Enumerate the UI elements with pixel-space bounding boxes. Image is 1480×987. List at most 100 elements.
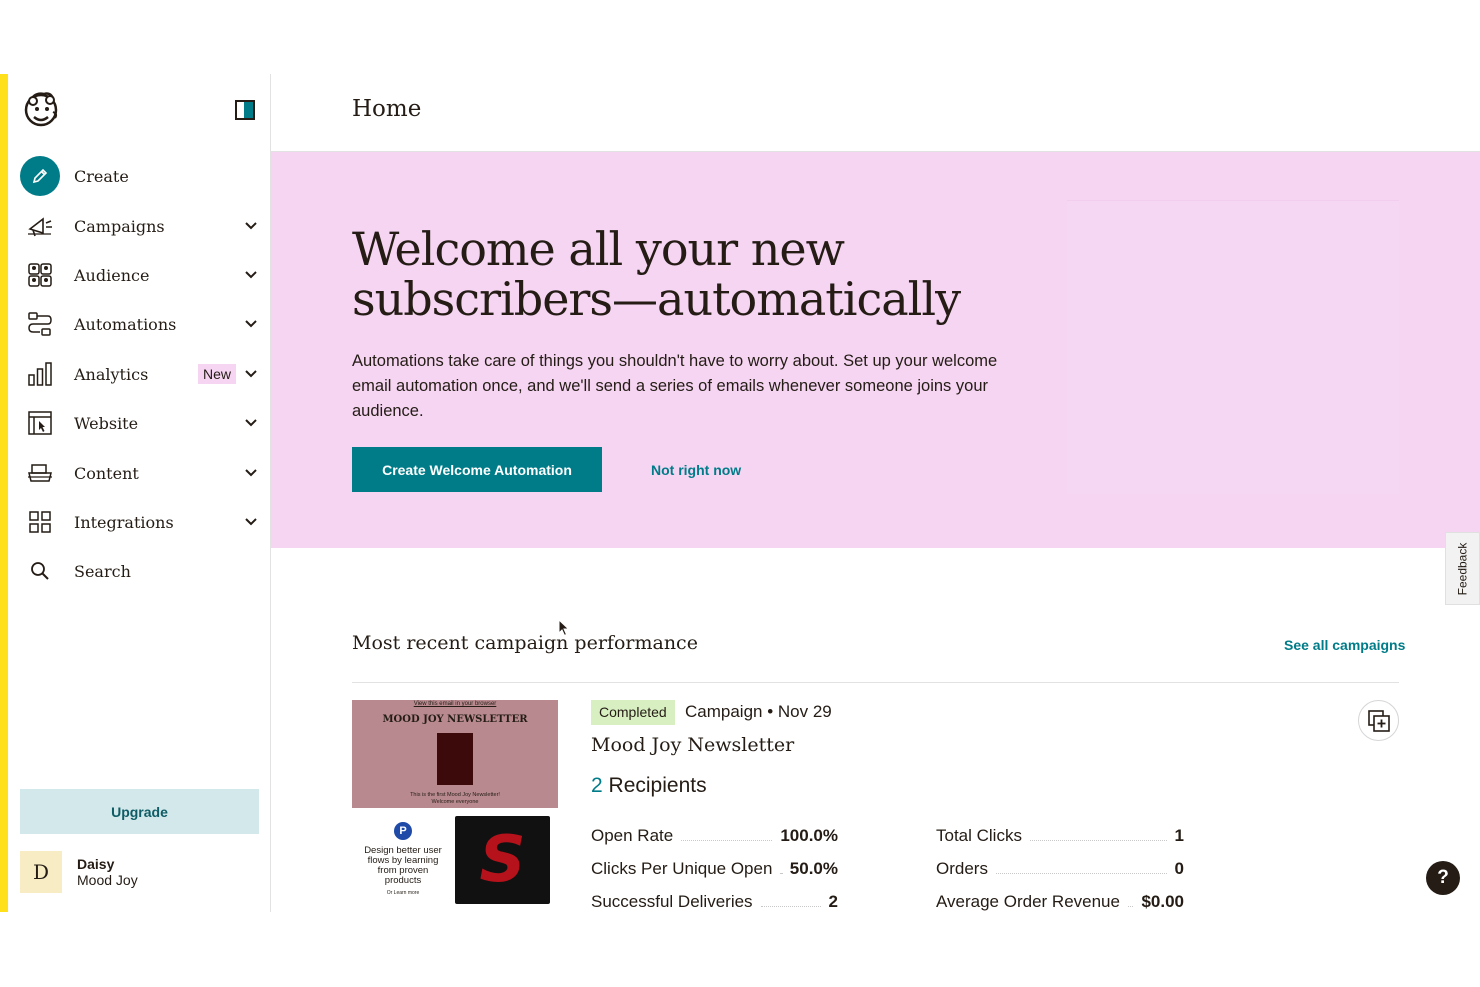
people-icon <box>20 255 60 295</box>
hero-description: Automations take care of things you shou… <box>352 352 998 420</box>
stat-value: 50.0% <box>789 859 838 878</box>
divider <box>352 682 1399 683</box>
upgrade-button[interactable]: Upgrade <box>20 789 259 834</box>
nav-analytics[interactable]: Analytics New <box>20 354 260 394</box>
see-all-campaigns-link[interactable]: See all campaigns <box>1284 637 1405 653</box>
thumbnail-subtitle-line: Welcome everyone <box>431 799 479 805</box>
mouse-cursor-icon <box>558 618 570 642</box>
stat-total-clicks: Total Clicks 1 <box>936 824 1184 846</box>
feedback-label: Feedback <box>1455 542 1470 595</box>
nav-integrations-label: Integrations <box>74 512 174 532</box>
nav-audience-label: Audience <box>74 265 150 285</box>
thumbnail-image <box>437 733 473 785</box>
chevron-down-icon <box>244 317 258 331</box>
content-stack-icon <box>20 453 60 493</box>
hero-illustration <box>1067 200 1399 494</box>
new-badge: New <box>197 364 236 384</box>
stat-leader <box>1029 840 1167 841</box>
pencil-icon <box>20 156 60 196</box>
stat-label: Clicks Per Unique Open <box>591 859 773 878</box>
replicate-campaign-button[interactable] <box>1358 700 1399 741</box>
stat-leader <box>995 873 1167 874</box>
create-welcome-automation-button[interactable]: Create Welcome Automation <box>352 447 602 492</box>
feedback-tab[interactable]: Feedback <box>1445 532 1480 605</box>
collapse-sidebar-button[interactable] <box>235 100 255 120</box>
nav-integrations[interactable]: Integrations <box>20 502 260 542</box>
megaphone-icon <box>20 206 60 246</box>
stat-successful-deliveries: Successful Deliveries 2 <box>591 890 838 912</box>
stat-clicks-per-unique-open: Clicks Per Unique Open 50.0% <box>591 857 838 879</box>
chevron-down-icon <box>244 367 258 381</box>
not-right-now-link[interactable]: Not right now <box>651 462 741 478</box>
user-info: Daisy Mood Joy <box>77 856 138 888</box>
status-badge: Completed <box>591 700 675 725</box>
nav-website-label: Website <box>74 413 139 433</box>
user-name: Daisy <box>77 856 115 872</box>
nav-search[interactable]: Search <box>20 551 260 591</box>
main-content: Home Welcome all your new subscribers—au… <box>271 74 1480 912</box>
stat-label: Average Order Revenue <box>936 892 1120 911</box>
stat-label: Open Rate <box>591 826 674 845</box>
help-button[interactable]: ? <box>1426 861 1460 895</box>
thumbnail-subtitle-line: This is the first Mood Joy Newsletter! <box>410 792 500 798</box>
chevron-down-icon <box>244 416 258 430</box>
page-title: Home <box>352 96 422 122</box>
nav-automations-label: Automations <box>74 314 177 334</box>
nav-campaigns-label: Campaigns <box>74 216 165 236</box>
nav-search-label: Search <box>74 561 131 581</box>
recipients-number: 2 <box>591 774 603 797</box>
stat-label: Orders <box>936 859 988 878</box>
campaign-meta: Campaign • Nov 29 <box>685 702 832 721</box>
campaign-name[interactable]: Mood Joy Newsletter <box>591 734 794 756</box>
stat-leader <box>780 873 782 874</box>
nav-website[interactable]: Website <box>20 403 260 443</box>
thumbnail-header: View this email in your browser MOOD JOY… <box>352 700 558 808</box>
nav-campaigns[interactable]: Campaigns <box>20 206 260 246</box>
user-org: Mood Joy <box>77 872 138 888</box>
thumbnail-title: MOOD JOY NEWSLETTER <box>382 714 528 725</box>
recipients-label: Recipients <box>608 774 707 797</box>
thumbnail-browser-link: View this email in your browser <box>413 701 497 707</box>
stat-value: 100.0% <box>780 826 838 845</box>
thumbnail-subtitle: This is the first Mood Joy Newsletter! W… <box>352 792 558 806</box>
thumbnail-copy: Design better user flows by learning fro… <box>364 845 442 886</box>
nav-automations[interactable]: Automations <box>20 304 260 344</box>
app-frame: Create Campaigns Audience Automations An… <box>0 74 1480 912</box>
nav-create[interactable]: Create <box>20 156 260 196</box>
hero-title: Welcome all your new subscribers—automat… <box>352 222 961 326</box>
user-account-menu[interactable]: D Daisy Mood Joy <box>20 851 260 893</box>
thumbnail-logo-letter: S <box>479 823 526 897</box>
chevron-down-icon <box>244 466 258 480</box>
stat-value: $0.00 <box>1141 892 1184 911</box>
search-icon <box>20 551 60 591</box>
page-header: Home <box>271 74 1480 152</box>
thumbnail-logo: S <box>455 816 550 904</box>
chevron-down-icon <box>244 219 258 233</box>
brand-accent-bar <box>0 74 8 912</box>
stat-label: Total Clicks <box>936 826 1022 845</box>
stat-average-order-revenue: Average Order Revenue $0.00 <box>936 890 1184 912</box>
section-title: Most recent campaign performance <box>352 632 698 654</box>
sidebar: Create Campaigns Audience Automations An… <box>8 74 271 912</box>
stat-value: 0 <box>1174 859 1184 878</box>
welcome-banner: Welcome all your new subscribers—automat… <box>271 152 1480 605</box>
thumbnail-learn-more: Or Learn more <box>386 890 420 896</box>
recipients-count: 2 Recipients <box>591 774 707 798</box>
nav-create-label: Create <box>74 166 129 186</box>
chevron-down-icon <box>244 515 258 529</box>
campaign-thumbnail[interactable]: View this email in your browser MOOD JOY… <box>352 700 558 912</box>
nav-content[interactable]: Content <box>20 453 260 493</box>
stat-leader <box>681 840 773 841</box>
automation-flow-icon <box>20 304 60 344</box>
avatar: D <box>20 851 62 893</box>
stat-leader <box>760 906 821 907</box>
duplicate-icon <box>1367 709 1390 732</box>
nav-audience[interactable]: Audience <box>20 255 260 295</box>
mailchimp-logo-icon[interactable] <box>20 88 62 130</box>
chevron-down-icon <box>244 268 258 282</box>
pinterest-logo-icon: P <box>394 822 412 840</box>
grid-icon <box>20 502 60 542</box>
stat-label: Successful Deliveries <box>591 892 753 911</box>
stat-value: 1 <box>1174 826 1184 845</box>
stat-value: 2 <box>828 892 838 911</box>
